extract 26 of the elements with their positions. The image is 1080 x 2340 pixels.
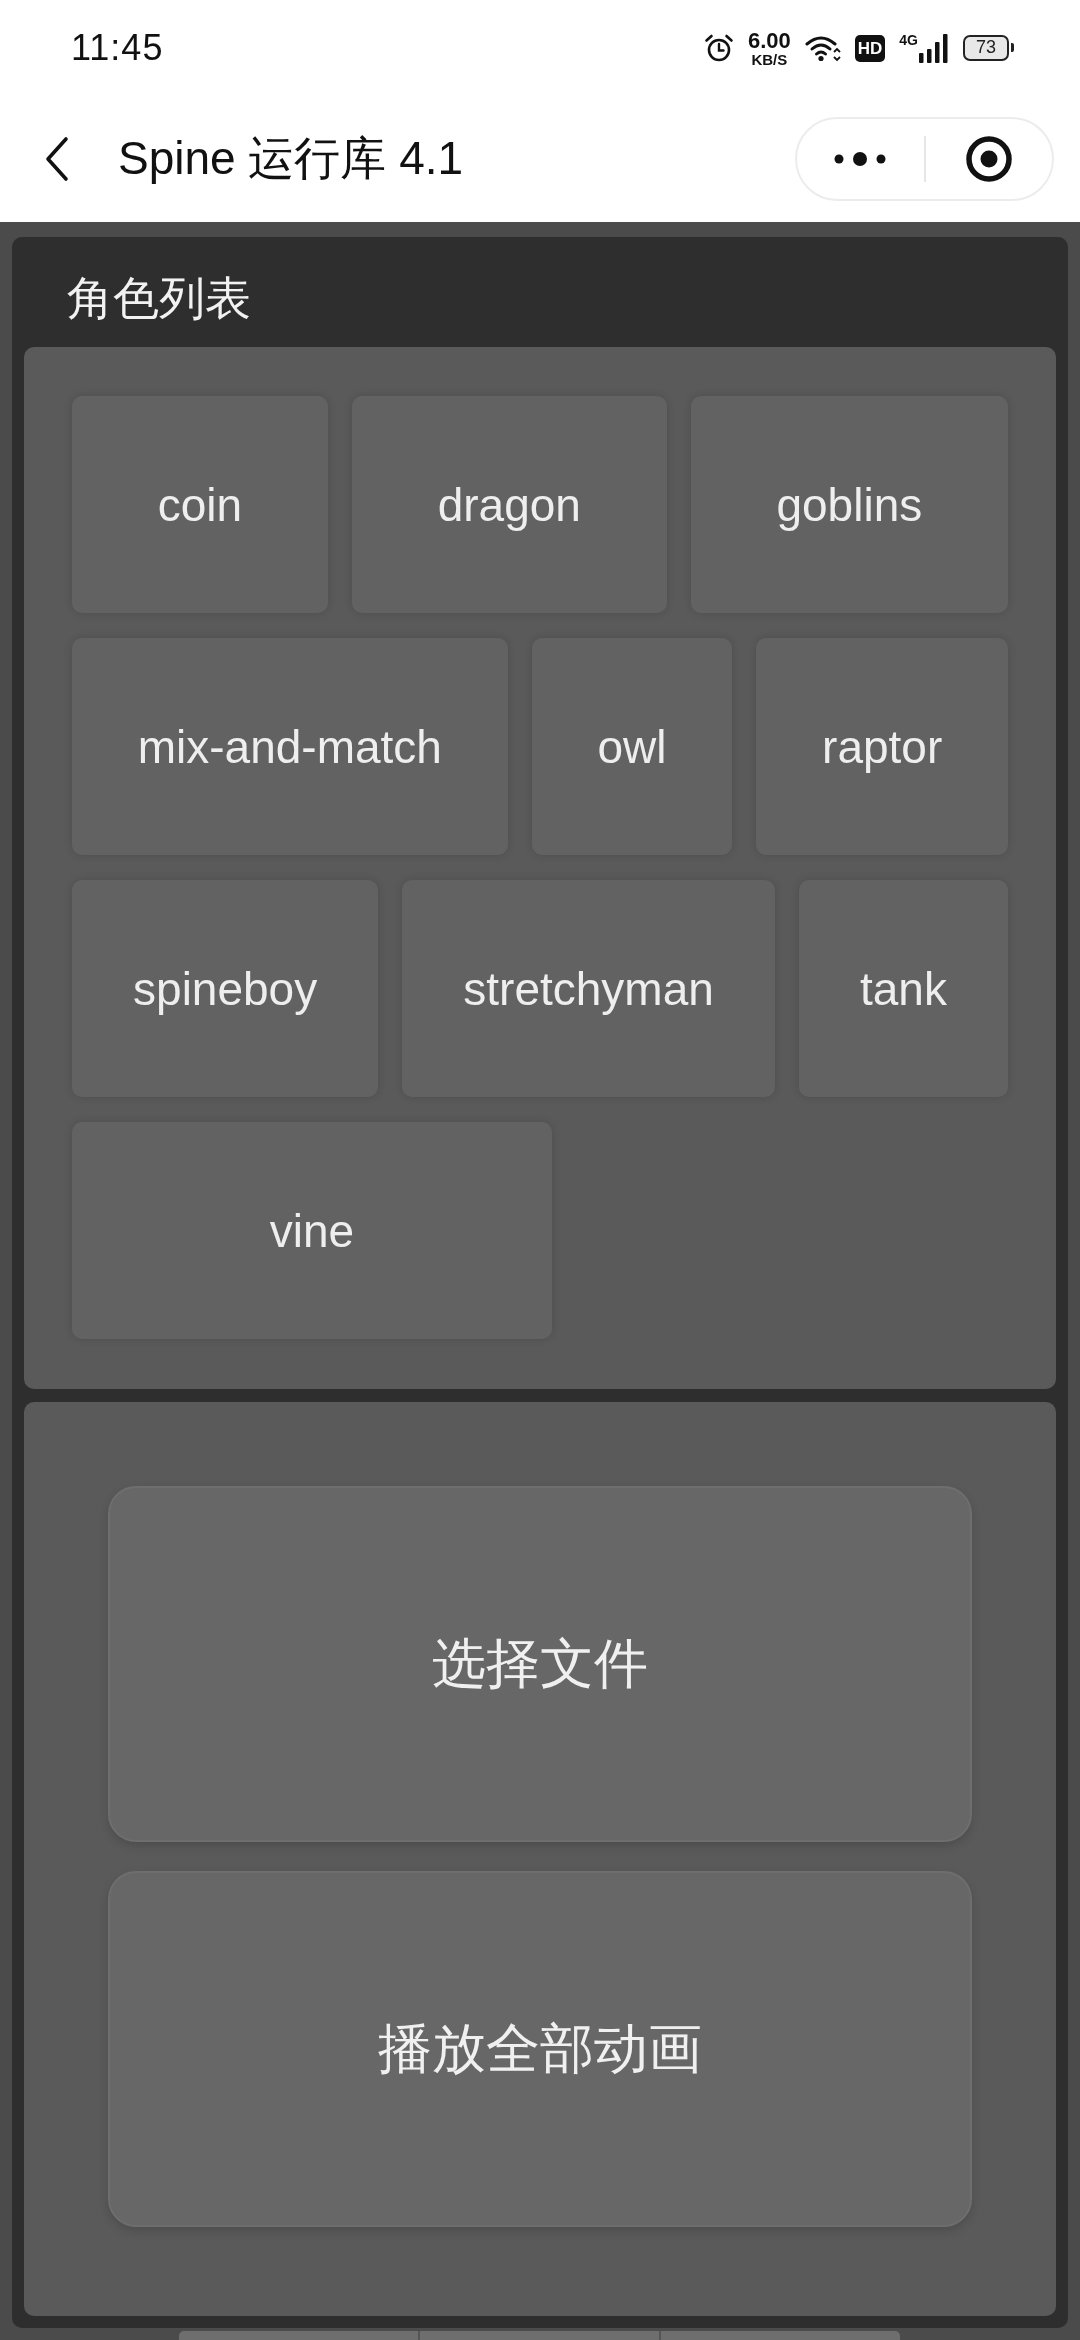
character-button[interactable]: dragon [351, 396, 667, 613]
signal-icon [918, 33, 949, 63]
hd-badge: HD [854, 34, 886, 62]
more-icon[interactable] [834, 152, 887, 166]
character-button[interactable]: vine [72, 1122, 552, 1339]
action-button[interactable]: 播放全部动画 [108, 1871, 972, 2227]
character-button[interactable]: owl [531, 638, 733, 855]
status-time: 11:45 [71, 27, 164, 69]
character-button[interactable]: coin [72, 396, 328, 613]
character-button[interactable]: raptor [756, 638, 1008, 855]
network-type: 4G [899, 33, 918, 47]
network-speed: 6.00 [747, 29, 791, 52]
network-speed-unit: KB/S [751, 51, 788, 67]
panel-title: 角色列表 [66, 271, 252, 326]
target-icon[interactable] [965, 136, 1012, 182]
character-button[interactable]: mix-and-match [72, 638, 508, 855]
alarm-icon [703, 33, 734, 63]
wifi-icon [804, 34, 841, 62]
battery-indicator: 73 [962, 35, 1014, 61]
character-button[interactable]: tank [798, 880, 1008, 1097]
back-icon[interactable] [45, 136, 69, 182]
character-button[interactable]: spineboy [72, 880, 379, 1097]
page-title: Spine 运行库 4.1 [118, 131, 464, 186]
character-button[interactable]: goblins [690, 396, 1008, 613]
character-button[interactable]: stretchyman [402, 880, 775, 1097]
action-button[interactable]: 选择文件 [108, 1486, 972, 1842]
